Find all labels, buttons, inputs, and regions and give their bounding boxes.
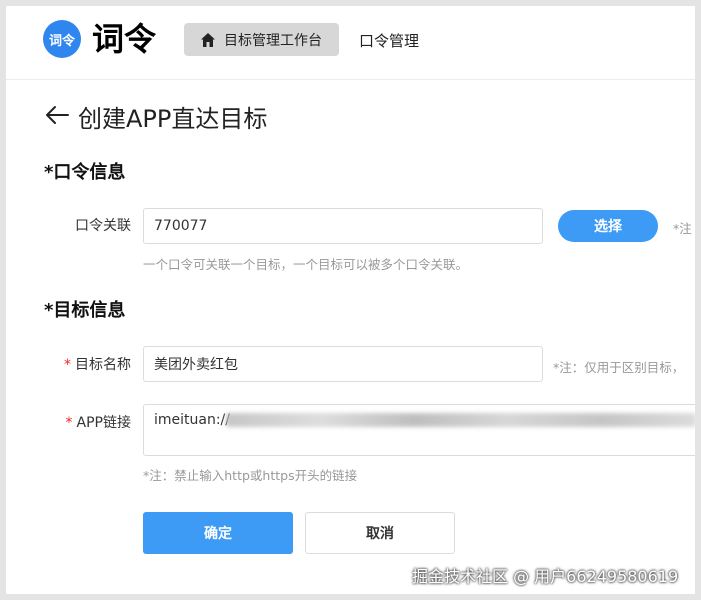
required-mark: * [65, 415, 73, 431]
target-name-label: * 目标名称 [31, 354, 131, 374]
app-frame: 词令 词令 目标管理工作台 口令管理 创建APP直达目标 *口令信息 口令关联 … [6, 6, 695, 594]
logo-badge: 词令 [43, 20, 81, 58]
page-title: 创建APP直达目标 [78, 105, 268, 133]
target-name-input[interactable]: 美团外卖红包 [143, 346, 543, 382]
target-name-note: *注：仅用于区别目标， [553, 360, 685, 375]
app-link-label-text: APP链接 [76, 415, 131, 431]
required-mark: * [64, 357, 71, 373]
redacted-link-blur [226, 413, 695, 427]
top-header: 词令 词令 目标管理工作台 口令管理 [6, 6, 695, 80]
logo-text: 词令 [92, 20, 157, 58]
back-arrow-icon[interactable] [44, 104, 70, 126]
select-button[interactable]: 选择 [558, 210, 658, 242]
target-name-label-text: 目标名称 [75, 357, 131, 373]
nav-item-kouling[interactable]: 口令管理 [359, 30, 419, 51]
nav-item-workbench-label: 目标管理工作台 [224, 32, 322, 49]
section-title-target: *目标信息 [44, 300, 126, 321]
kouling-input[interactable]: 770077 [143, 208, 543, 244]
nav-item-workbench[interactable]: 目标管理工作台 [184, 23, 339, 56]
watermark: 掘金技术社区 @ 用户66249580619 [412, 567, 679, 586]
app-link-label: * APP链接 [31, 412, 131, 432]
kouling-hint: 一个口令可关联一个目标，一个目标可以被多个口令关联。 [143, 257, 469, 272]
app-link-textarea[interactable]: imeituan:// [143, 404, 695, 456]
cancel-button[interactable]: 取消 [305, 512, 455, 554]
section-title-kouling: *口令信息 [44, 162, 126, 183]
target-name-input-value: 美团外卖红包 [154, 357, 238, 373]
kouling-side-note: *注 [673, 221, 692, 236]
home-icon [201, 32, 215, 47]
kouling-label: 口令关联 [75, 218, 131, 234]
kouling-input-value: 770077 [154, 218, 208, 234]
app-link-hint: *注：禁止输入http或https开头的链接 [143, 468, 358, 483]
confirm-button[interactable]: 确定 [143, 512, 293, 554]
app-link-value: imeituan:// [154, 412, 230, 428]
